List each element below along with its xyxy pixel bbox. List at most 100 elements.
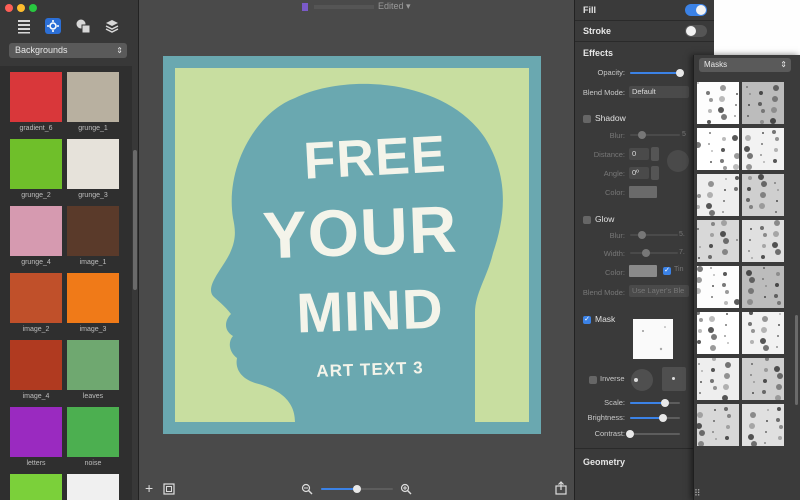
document-status: Edited [377, 1, 404, 11]
mask-thumb[interactable] [742, 82, 784, 124]
background-thumb[interactable] [67, 340, 119, 390]
category-popup[interactable]: Backgrounds ⇕ [9, 43, 127, 58]
chevron-updown-icon: ⇕ [116, 46, 123, 55]
mask-checkbox[interactable]: ✓ [583, 316, 591, 324]
shadow-blur-value: 5 [682, 131, 686, 138]
mask-brightness-knob[interactable] [659, 414, 667, 422]
geometry-heading: Geometry [583, 457, 626, 467]
shadow-checkbox[interactable] [583, 115, 591, 123]
mask-thumb[interactable] [742, 174, 784, 216]
mask-thumb[interactable] [695, 266, 740, 308]
shadow-angle-field[interactable]: 0º [629, 167, 649, 179]
canvas-area: Edited ▾ FREE YOUR MIND ART TEXT 3 + [139, 0, 574, 500]
zoom-slider-knob[interactable] [353, 485, 361, 493]
shadow-angle-stepper[interactable] [651, 166, 659, 180]
shadow-distance-stepper[interactable] [651, 147, 659, 161]
background-thumb[interactable] [67, 206, 119, 256]
mask-rotation-dial[interactable] [631, 369, 653, 391]
mask-contrast-slider[interactable] [630, 433, 680, 435]
glow-blur-knob[interactable] [638, 231, 646, 239]
fit-to-window-icon[interactable] [163, 483, 175, 495]
stroke-toggle[interactable] [685, 25, 707, 37]
background-thumb[interactable] [10, 72, 62, 122]
app-window: Backgrounds ⇕ gradient_6 grunge_1 grunge_2… [0, 0, 800, 500]
glow-width-knob[interactable] [642, 249, 650, 257]
glow-blur-value: 5. [679, 231, 685, 238]
shadow-color-swatch[interactable] [629, 186, 657, 198]
background-thumb-label: grunge_4 [21, 259, 51, 266]
shadow-distance-field[interactable]: 0 [629, 148, 649, 160]
background-thumb[interactable] [10, 407, 62, 457]
background-thumb[interactable] [67, 273, 119, 323]
background-thumb[interactable] [67, 474, 119, 500]
artwork[interactable]: FREE YOUR MIND ART TEXT 3 [163, 56, 541, 434]
document-icon [302, 2, 309, 11]
resize-grip-icon[interactable]: ⠿ [694, 488, 701, 499]
mask-thumb[interactable] [696, 174, 739, 216]
mask-thumb[interactable] [695, 128, 740, 170]
background-thumb-label: image_1 [79, 259, 107, 266]
shapes-icon[interactable] [75, 18, 91, 34]
glow-width-slider[interactable] [630, 252, 678, 254]
mask-contrast-label: Contrast: [594, 429, 625, 438]
masks-scrollbar[interactable] [795, 315, 798, 405]
glow-tint-label: Tin [674, 266, 684, 273]
background-thumb[interactable] [10, 206, 62, 256]
glow-blend-select[interactable]: Use Layer's Ble [629, 285, 689, 297]
zoom-in-icon[interactable] [400, 483, 412, 495]
mask-position-pad[interactable] [662, 367, 686, 391]
mask-thumb[interactable] [742, 404, 784, 447]
background-thumb-label: image_2 [22, 326, 50, 333]
shadow-angle-label: Angle: [603, 169, 625, 178]
glow-width-label: Width: [603, 249, 625, 258]
mask-thumb[interactable] [742, 128, 784, 170]
background-thumb-label: image_4 [22, 393, 50, 400]
masks-category-popup[interactable]: Masks ⇕ [699, 58, 791, 72]
mask-thumb[interactable] [696, 404, 739, 447]
background-grid: gradient_6 grunge_1 grunge_2 grunge_3 grunge… [0, 66, 132, 500]
mask-scale-label: Scale: [604, 398, 625, 407]
shadow-blur-knob[interactable] [638, 131, 646, 139]
background-thumb-label: grunge_3 [78, 192, 108, 199]
fill-toggle[interactable] [685, 4, 707, 16]
glow-checkbox[interactable] [583, 216, 591, 224]
glow-color-swatch[interactable] [629, 265, 657, 277]
mask-thumb[interactable] [697, 357, 739, 401]
window-title: Edited ▾ [139, 1, 574, 12]
mask-thumb[interactable] [697, 82, 739, 124]
settings-icon[interactable] [45, 18, 61, 34]
background-thumb[interactable] [67, 139, 119, 189]
share-icon[interactable] [555, 481, 567, 495]
mask-thumb[interactable] [742, 357, 784, 401]
list-icon[interactable] [16, 18, 32, 34]
background-thumb[interactable] [10, 273, 62, 323]
mask-contrast-knob[interactable] [626, 430, 634, 438]
background-thumb[interactable] [10, 139, 62, 189]
close-window-button[interactable] [5, 4, 13, 12]
zoom-out-icon[interactable] [301, 483, 313, 495]
opacity-slider-fill [630, 72, 680, 74]
headline-line3: MIND [295, 276, 445, 345]
minimize-window-button[interactable] [17, 4, 25, 12]
background-thumb[interactable] [10, 474, 62, 500]
mask-thumb[interactable] [742, 311, 784, 354]
glow-tint-checkbox[interactable]: ✓ [663, 267, 671, 275]
shadow-angle-dial[interactable] [667, 150, 689, 172]
add-icon[interactable]: + [145, 480, 153, 496]
glow-width-value: 7. [679, 249, 685, 256]
background-thumb[interactable] [67, 407, 119, 457]
mask-thumb[interactable] [742, 266, 784, 308]
mask-thumb[interactable] [696, 311, 739, 354]
background-thumb[interactable] [67, 72, 119, 122]
layers-icon[interactable] [104, 18, 120, 34]
background-thumb[interactable] [10, 340, 62, 390]
zoom-window-button[interactable] [29, 4, 37, 12]
mask-preview[interactable] [633, 319, 673, 359]
mask-thumb[interactable] [742, 220, 784, 262]
opacity-slider-knob[interactable] [676, 69, 684, 77]
blend-mode-select[interactable]: Default [629, 86, 689, 98]
mask-thumb[interactable] [697, 220, 739, 262]
sidebar-scrollbar[interactable] [133, 150, 137, 290]
mask-scale-knob[interactable] [661, 399, 669, 407]
inverse-checkbox[interactable] [589, 376, 597, 384]
